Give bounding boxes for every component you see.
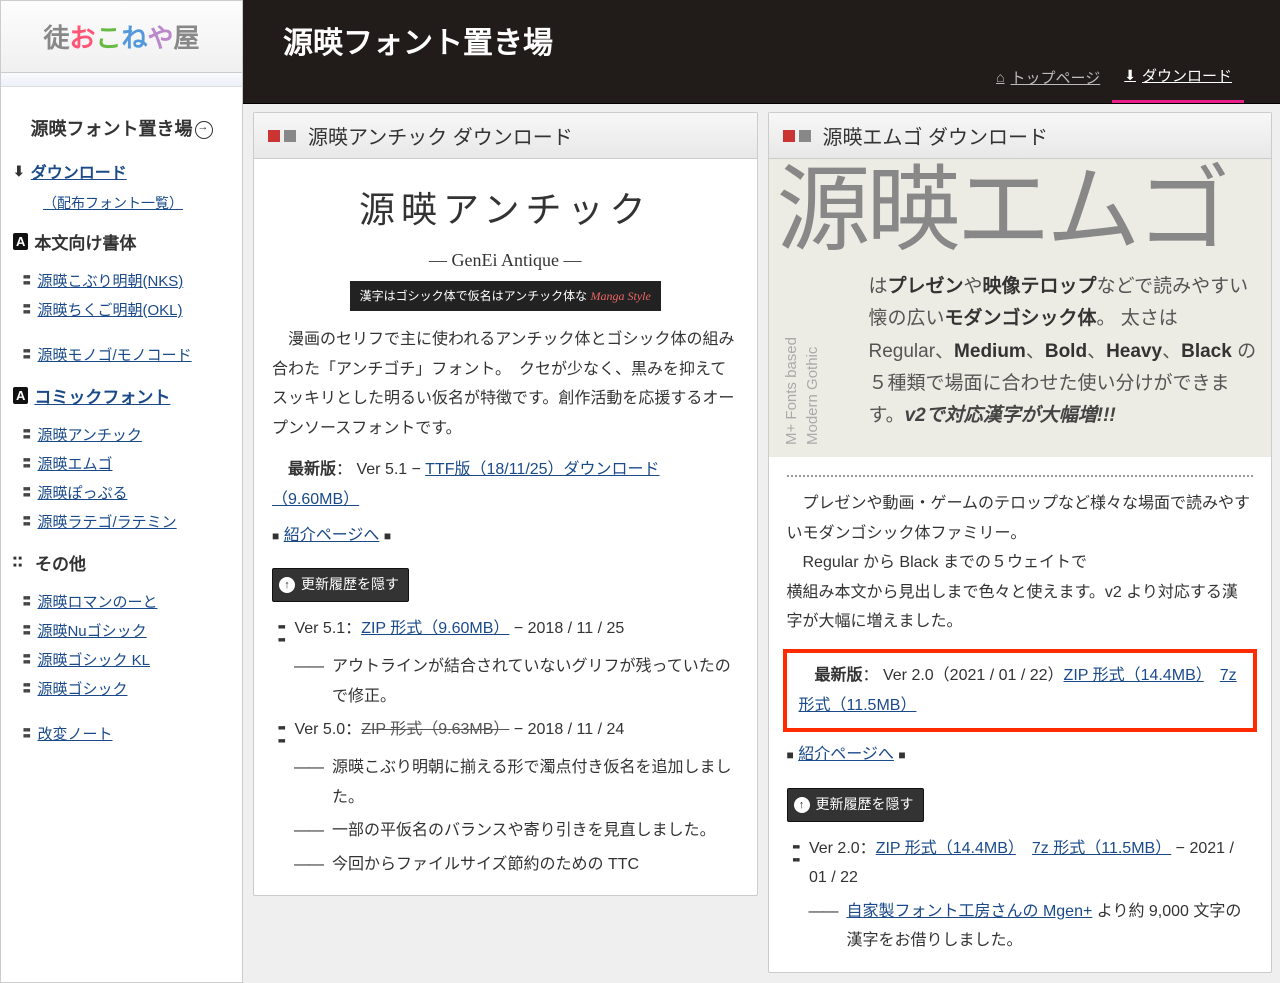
arrow-circle-icon: [195, 121, 213, 139]
sidebar-section-body: A本文向け書体: [13, 229, 232, 254]
sidebar-item[interactable]: ■■■■源暎こぶり明朝(NKS): [13, 266, 232, 295]
antique-card: 源暎アンチック ダウンロード 源暎アンチック — GenEi Antique —…: [253, 112, 758, 896]
sidebar-item[interactable]: ■■■■源暎ゴシック: [13, 674, 232, 703]
antique-description: 漫画のセリフで主に使われるアンチック体とゴシック体の組み合わた「アンチゴチ」フォ…: [272, 325, 739, 443]
card-header: 源暎エムゴ ダウンロード: [769, 113, 1272, 159]
square-icon: [783, 130, 795, 142]
download-icon: ⬇: [13, 163, 25, 180]
sidebar-font-list[interactable]: （配布フォント一覧）: [13, 193, 232, 213]
card-header: 源暎アンチック ダウンロード: [254, 113, 757, 159]
antique-latest: 最新版： Ver 5.1 − TTF版（18/11/25）ダウンロード（9.60…: [272, 455, 739, 514]
sidebar-title[interactable]: 源暎フォント置き場: [1, 87, 242, 159]
arrow-up-icon: ↑: [279, 577, 295, 593]
square-icon: [799, 130, 811, 142]
nav-download[interactable]: ⬇ダウンロード: [1112, 55, 1244, 103]
nav-top[interactable]: ⌂トップページ: [984, 55, 1112, 103]
sidebar: 徒おこねや屋 源暎フォント置き場 ⬇ ダウンロード （配布フォント一覧） A本文…: [0, 0, 243, 983]
arrow-up-icon: ↑: [794, 797, 810, 813]
sidebar-item[interactable]: ■■■■源暎ぽっぷる: [13, 478, 232, 507]
sidebar-download-link[interactable]: ⬇ ダウンロード: [13, 159, 232, 183]
history-item: ■■■■Ver 2.0：ZIP 形式（14.4MB） 7z 形式（11.5MB）…: [787, 832, 1254, 895]
sidebar-item[interactable]: ■■■■源暎ラテゴ/ラテミン: [13, 507, 232, 536]
emgo-description: プレゼンや動画・ゲームのテロップなど様々な場面で読みやすいモダンゴシック体ファミ…: [787, 489, 1254, 637]
square-icon: [284, 130, 296, 142]
page-title: 源暎フォント置き場: [243, 0, 1280, 62]
emgo-intro-link[interactable]: 紹介ページへ: [798, 746, 894, 763]
emgo-card: 源暎エムゴ ダウンロード 源暎エムゴ M+ Fonts basedModern …: [768, 112, 1273, 973]
grid-icon: [13, 555, 29, 571]
download-icon: ⬇: [1124, 67, 1136, 84]
antique-banner: 源暎アンチック — GenEi Antique — 漢字はゴシック体で仮名はアン…: [272, 177, 739, 311]
sidebar-item[interactable]: ■■■■源暎アンチック: [13, 420, 232, 449]
sidebar-item[interactable]: ■■■■源暎エムゴ: [13, 449, 232, 478]
emgo-banner: 源暎エムゴ M+ Fonts basedModern Gothic はプレゼンや…: [769, 159, 1272, 457]
square-icon: [268, 130, 280, 142]
emgo-latest-zip[interactable]: ZIP 形式（14.4MB）: [1064, 667, 1204, 684]
sidebar-item[interactable]: ■■■■源暎Nuゴシック: [13, 616, 232, 645]
mgen-link[interactable]: 自家製フォント工房さんの Mgen+: [847, 903, 1093, 920]
page-header: 源暎フォント置き場 ⌂トップページ ⬇ダウンロード: [243, 0, 1280, 104]
antique-intro-link[interactable]: 紹介ページへ: [284, 527, 380, 544]
history-item: ■■■■Ver 5.0：ZIP 形式（9.63MB） − 2018 / 11 /…: [272, 713, 739, 751]
sidebar-item[interactable]: ■■■■源暎ゴシック KL: [13, 645, 232, 674]
history-toggle[interactable]: ↑更新履歴を隠す: [272, 568, 409, 602]
history-zip-link[interactable]: ZIP 形式（9.60MB）: [361, 620, 509, 637]
sidebar-item[interactable]: ■■■■改変ノート: [13, 719, 232, 748]
sidebar-section-comic: Aコミックフォント: [13, 383, 232, 408]
sidebar-item[interactable]: ■■■■源暎モノゴ/モノコード: [13, 340, 232, 369]
sidebar-item[interactable]: ■■■■源暎ロマンのーと: [13, 587, 232, 616]
home-icon: ⌂: [996, 69, 1004, 85]
history-toggle[interactable]: ↑更新履歴を隠す: [787, 788, 924, 822]
highlight-box: 最新版： Ver 2.0（2021 / 01 / 22）ZIP 形式（14.4M…: [783, 649, 1258, 732]
history-7z-link[interactable]: 7z 形式（11.5MB）: [1032, 840, 1171, 857]
sidebar-item[interactable]: ■■■■源暎ちくご明朝(OKL): [13, 295, 232, 324]
history-zip-link[interactable]: ZIP 形式（14.4MB）: [876, 840, 1016, 857]
sidebar-section-other: その他: [13, 550, 232, 575]
history-item: ■■■■Ver 5.1：ZIP 形式（9.60MB） − 2018 / 11 /…: [272, 612, 739, 650]
site-logo[interactable]: 徒おこねや屋: [1, 1, 242, 73]
